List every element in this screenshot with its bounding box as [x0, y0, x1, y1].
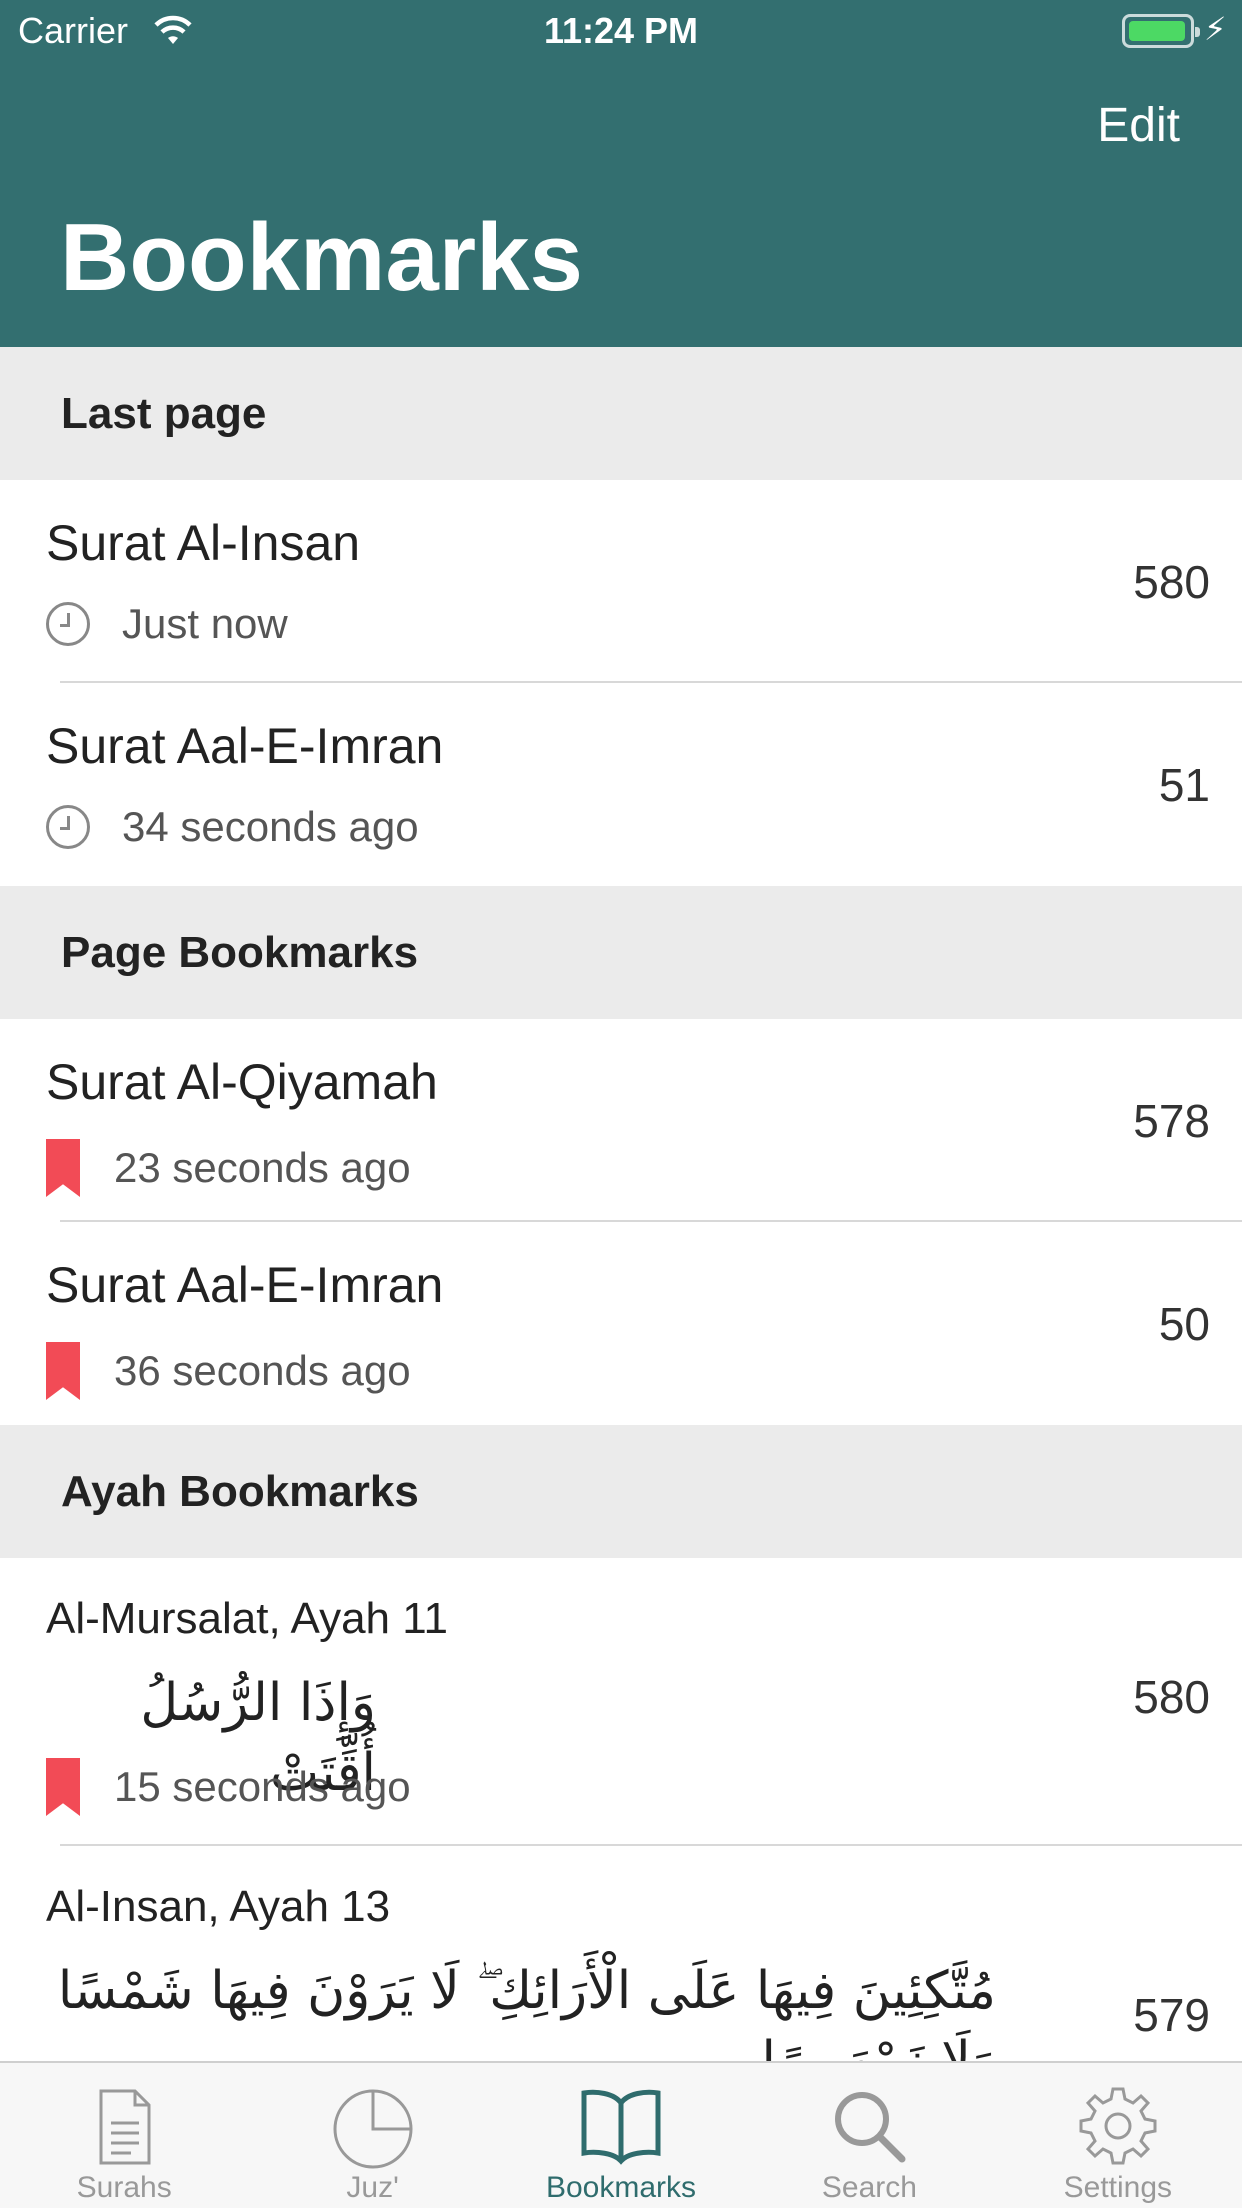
- clock-icon: [46, 805, 90, 849]
- item-title: Al-Insan, Ayah 13: [46, 1882, 391, 1931]
- item-page: 580: [1133, 1671, 1210, 1723]
- tab-label: Bookmarks: [545, 2171, 697, 2204]
- navigation-header: Carrier 11:24 PM ⚡ Edit Bookmarks: [0, 0, 1242, 347]
- bookmark-icon: [46, 1342, 80, 1400]
- gear-icon: [1079, 2087, 1157, 2165]
- tab-juz[interactable]: Juz': [248, 2063, 496, 2208]
- list-item[interactable]: Surat Aal-E-Imran 36 seconds ago 50: [0, 1222, 1242, 1425]
- tab-label: Settings: [1063, 2171, 1173, 2204]
- clock-icon: [46, 602, 90, 646]
- section-header-ayah-bookmarks: Ayah Bookmarks: [0, 1425, 1242, 1558]
- item-page: 50: [1158, 1297, 1210, 1350]
- item-title: Surat Aal-E-Imran: [46, 1257, 444, 1313]
- document-icon: [99, 2089, 151, 2165]
- item-meta: 15 seconds ago: [46, 1758, 411, 1816]
- status-bar: Carrier 11:24 PM ⚡: [0, 0, 1242, 60]
- search-icon: [835, 2092, 906, 2163]
- item-time: 36 seconds ago: [114, 1347, 411, 1394]
- bookmarks-list[interactable]: Last page Surat Al-Insan Just now 580 Su…: [0, 347, 1242, 2061]
- clock-time: 11:24 PM: [543, 10, 699, 51]
- item-title: Surat Al-Insan: [46, 515, 361, 571]
- tab-search[interactable]: Search: [745, 2063, 993, 2208]
- tab-label: Surahs: [76, 2171, 172, 2204]
- tab-settings[interactable]: Settings: [994, 2063, 1242, 2208]
- list-item[interactable]: Al-Insan, Ayah 13 مُتَّكِئِينَ فِيهَا عَ…: [0, 1846, 1242, 2061]
- item-time: 15 seconds ago: [114, 1763, 411, 1810]
- list-item[interactable]: Surat Aal-E-Imran 34 seconds ago 51: [0, 683, 1242, 886]
- item-title: Surat Al-Qiyamah: [46, 1054, 438, 1110]
- list-item[interactable]: Surat Al-Qiyamah 23 seconds ago 578: [0, 1019, 1242, 1222]
- item-time: 34 seconds ago: [122, 803, 419, 850]
- item-meta: 34 seconds ago: [46, 803, 419, 851]
- tab-bar: Surahs Juz' Bookmarks Search Settings: [0, 2061, 1242, 2208]
- item-time: 23 seconds ago: [114, 1144, 411, 1191]
- page-title: Bookmarks: [60, 204, 583, 311]
- tab-label: Juz': [346, 2171, 399, 2204]
- item-meta: 36 seconds ago: [46, 1342, 411, 1400]
- ayah-text: مُتَّكِئِينَ فِيهَا عَلَى الْأَرَائِكِ ۖ…: [57, 1961, 996, 2061]
- book-icon: [581, 2089, 661, 2165]
- bookmark-icon: [46, 1139, 80, 1197]
- item-title: Al-Mursalat, Ayah 11: [46, 1594, 448, 1643]
- list-item[interactable]: Al-Mursalat, Ayah 11 وَإِذَا الرُّسُلُ أ…: [0, 1558, 1242, 1846]
- charging-icon: ⚡: [1204, 11, 1227, 47]
- edit-button[interactable]: Edit: [1097, 98, 1180, 153]
- item-page: 578: [1133, 1094, 1210, 1147]
- tab-surahs[interactable]: Surahs: [0, 2063, 248, 2208]
- item-page: 580: [1133, 555, 1210, 608]
- item-page: 51: [1158, 758, 1210, 811]
- item-page: 579: [1133, 1989, 1210, 2041]
- item-meta: 23 seconds ago: [46, 1139, 411, 1197]
- battery-icon: [1122, 14, 1200, 48]
- pie-icon: [333, 2089, 413, 2169]
- tab-label: Search: [821, 2171, 917, 2204]
- section-header-page-bookmarks: Page Bookmarks: [0, 886, 1242, 1019]
- item-time: Just now: [122, 600, 288, 647]
- list-item[interactable]: Surat Al-Insan Just now 580: [0, 480, 1242, 683]
- section-header-last-page: Last page: [0, 347, 1242, 480]
- tab-bookmarks[interactable]: Bookmarks: [497, 2063, 745, 2208]
- bookmark-icon: [46, 1758, 80, 1816]
- item-title: Surat Aal-E-Imran: [46, 718, 444, 774]
- item-meta: Just now: [46, 600, 288, 648]
